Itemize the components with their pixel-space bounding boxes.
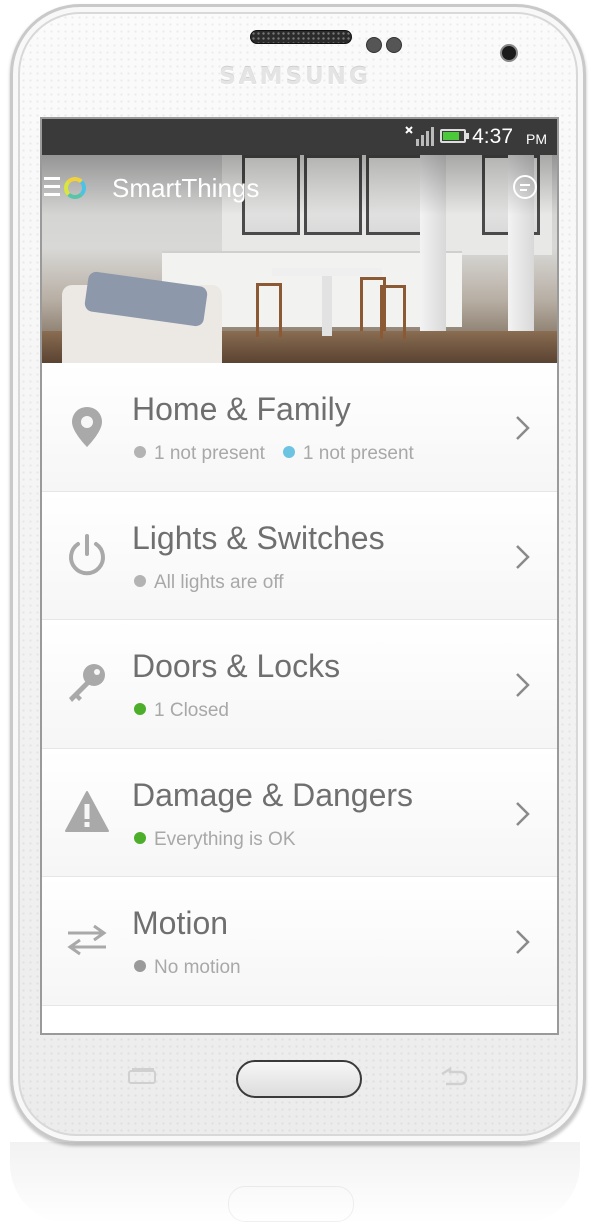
status-dot	[134, 960, 146, 972]
status-entry: Everything is OK	[134, 829, 296, 851]
list-item-status: 1 Closed	[134, 700, 247, 722]
status-dot	[134, 831, 146, 844]
list-item[interactable]: Doors & Locks 1 Closed	[42, 620, 557, 749]
app-title: SmartThings	[112, 173, 260, 203]
chevron-right-icon[interactable]	[515, 544, 531, 570]
earpiece-speaker	[250, 30, 352, 44]
status-dot	[134, 703, 146, 715]
list-item-title: Motion	[132, 905, 229, 941]
clock-time: 4:37	[472, 125, 513, 148]
photo-table	[272, 268, 382, 276]
home-button[interactable]	[236, 1060, 362, 1098]
status-text: All lights are off	[154, 571, 284, 593]
chevron-right-icon[interactable]	[515, 929, 531, 955]
status-text: No motion	[154, 957, 241, 978]
status-bar: 4:37 PM	[42, 119, 557, 155]
list-item-status: Everything is OK	[134, 829, 314, 851]
key-icon	[64, 660, 110, 706]
chevron-right-icon[interactable]	[515, 415, 531, 441]
status-entry: No motion	[134, 957, 241, 979]
list-item-title: Lights & Switches	[132, 519, 385, 556]
battery-level-fill	[443, 132, 459, 140]
app-bar: SmartThings	[42, 155, 557, 207]
photo-chair	[380, 285, 406, 339]
smartthings-logo-icon	[64, 177, 86, 199]
list-item-status: No motion	[134, 957, 259, 979]
status-dot	[282, 446, 295, 458]
menu-icon[interactable]	[44, 177, 60, 199]
chat-icon[interactable]	[513, 175, 537, 199]
light-sensor	[386, 37, 402, 53]
status-entry: 1 not present	[134, 443, 265, 465]
battery-tip	[466, 133, 469, 139]
status-dot	[134, 574, 146, 587]
location-pin-icon	[64, 403, 110, 449]
list-item-title: Damage & Dangers	[132, 776, 414, 813]
status-text: Everything is OK	[154, 828, 296, 850]
recent-apps-key-icon[interactable]	[126, 1066, 160, 1088]
dashboard-list: Home & Family 1 not present 1 not present L…	[42, 363, 557, 1033]
list-item[interactable]: Home & Family 1 not present 1 not present	[42, 363, 557, 492]
status-entry: 1 not present	[282, 443, 414, 465]
list-item[interactable]: Motion No motion	[42, 877, 557, 1006]
status-dot	[134, 446, 146, 458]
chevron-right-icon[interactable]	[515, 801, 531, 827]
list-item-status: All lights are off	[134, 572, 302, 594]
photo-table-leg	[322, 276, 332, 336]
stage: SAMSUNG 4:37 PM SmartThings Home & Famil…	[0, 0, 590, 1224]
clock-ampm: PM	[526, 131, 547, 147]
signal-icon	[405, 126, 434, 146]
photo-chair	[256, 283, 282, 337]
status-text: 1 Closed	[154, 700, 229, 721]
back-key-icon[interactable]	[436, 1066, 470, 1088]
status-entry: All lights are off	[134, 572, 284, 594]
battery-icon	[440, 129, 466, 143]
brand-logo: SAMSUNG	[219, 64, 371, 90]
front-camera	[500, 44, 518, 62]
list-item-title: Home & Family	[132, 391, 351, 427]
status-text: 1 not present	[302, 443, 414, 464]
warning-icon	[64, 789, 110, 835]
status-entry: 1 Closed	[134, 700, 229, 722]
status-text: 1 not present	[154, 443, 265, 464]
chevron-right-icon[interactable]	[515, 672, 531, 698]
proximity-sensor	[366, 37, 382, 53]
reflection-home-button	[228, 1186, 354, 1222]
power-icon	[64, 532, 110, 578]
list-item[interactable]: Damage & Dangers Everything is OK	[42, 748, 557, 877]
list-item-title: Doors & Locks	[132, 648, 341, 684]
screen: 4:37 PM SmartThings Home & Family 1 not p…	[40, 117, 559, 1035]
list-item-status: 1 not present 1 not present	[134, 443, 432, 465]
list-item[interactable]: Lights & Switches All lights are off	[42, 491, 557, 620]
motion-arrows-icon	[64, 917, 110, 963]
